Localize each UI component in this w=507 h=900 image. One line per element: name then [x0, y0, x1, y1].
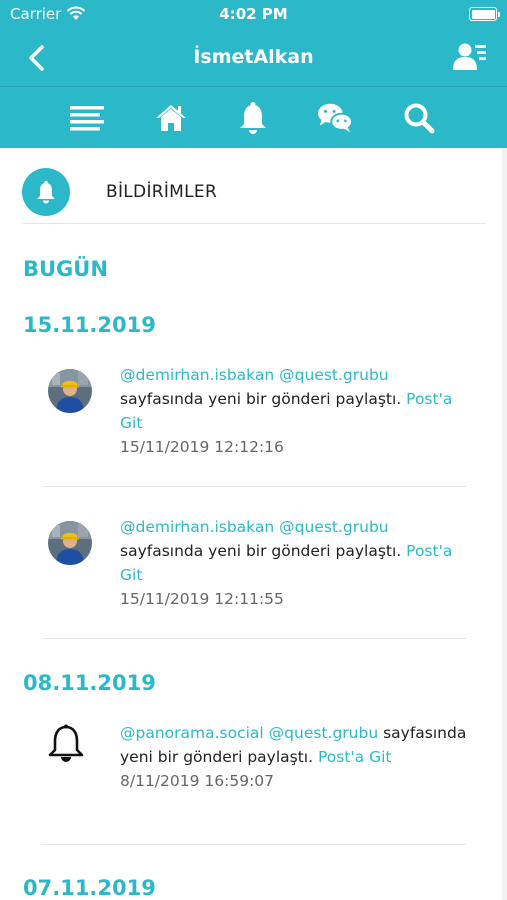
go-to-post-link[interactable]: Post'a Git — [318, 748, 392, 766]
profile-card-icon[interactable] — [453, 42, 487, 72]
clock: 4:02 PM — [219, 5, 288, 23]
notification-page-link[interactable]: @quest.grubu — [269, 724, 378, 742]
section-today: BUGÜN — [23, 257, 108, 281]
bell-outline-icon — [48, 724, 84, 762]
notification-page-link[interactable]: @quest.grubu — [279, 518, 388, 536]
battery-icon — [469, 7, 500, 21]
notification-user-link[interactable]: @demirhan.isbakan — [120, 366, 274, 384]
notification-message: sayfasında yeni bir gönderi paylaştı. — [120, 542, 402, 560]
notification-item: @demirhan.isbakan @quest.grubu sayfasınd… — [42, 515, 466, 635]
section-date: 15.11.2019 — [23, 313, 156, 337]
notification-message: sayfasında yeni bir gönderi paylaştı. — [120, 390, 402, 408]
notifications-content: BİLDİRİMLER BUGÜN 15.11.2019 @demirhan.i… — [0, 148, 507, 900]
notification-timestamp: 15/11/2019 12:12:16 — [120, 438, 284, 456]
notification-user-link[interactable]: @demirhan.isbakan — [120, 518, 274, 536]
notification-text: @panorama.social @quest.grubu sayfasında… — [120, 721, 470, 793]
search-icon[interactable] — [401, 101, 437, 135]
notification-item: @demirhan.isbakan @quest.grubu sayfasınd… — [42, 363, 466, 483]
notification-text: @demirhan.isbakan @quest.grubu sayfasınd… — [120, 363, 470, 459]
notification-item: @panorama.social @quest.grubu sayfasında… — [42, 721, 466, 841]
menu-icon[interactable] — [69, 101, 105, 135]
notifications-header: BİLDİRİMLER — [22, 168, 486, 224]
notifications-bell-icon[interactable] — [235, 101, 271, 135]
section-date: 07.11.2019 — [23, 876, 156, 900]
chat-icon[interactable] — [317, 101, 353, 135]
avatar[interactable] — [48, 521, 92, 565]
status-bar: Carrier 4:02 PM — [0, 0, 507, 30]
notification-user-link[interactable]: @panorama.social — [120, 724, 264, 742]
section-date: 08.11.2019 — [23, 671, 156, 695]
notification-text: @demirhan.isbakan @quest.grubu sayfasınd… — [120, 515, 470, 611]
notification-page-link[interactable]: @quest.grubu — [279, 366, 388, 384]
divider — [42, 638, 466, 639]
page-title: İsmetAlkan — [193, 46, 314, 68]
home-icon[interactable] — [153, 101, 189, 135]
notification-timestamp: 15/11/2019 12:11:55 — [120, 590, 284, 608]
notifications-label: BİLDİRİMLER — [106, 182, 218, 202]
divider — [42, 844, 466, 845]
bell-icon — [22, 168, 70, 216]
scroll-edge — [502, 148, 507, 900]
notification-timestamp: 8/11/2019 16:59:07 — [120, 772, 275, 790]
nav-bar: İsmetAlkan — [0, 30, 507, 86]
divider — [42, 486, 466, 487]
main-toolbar — [0, 86, 507, 148]
avatar[interactable] — [48, 369, 92, 413]
